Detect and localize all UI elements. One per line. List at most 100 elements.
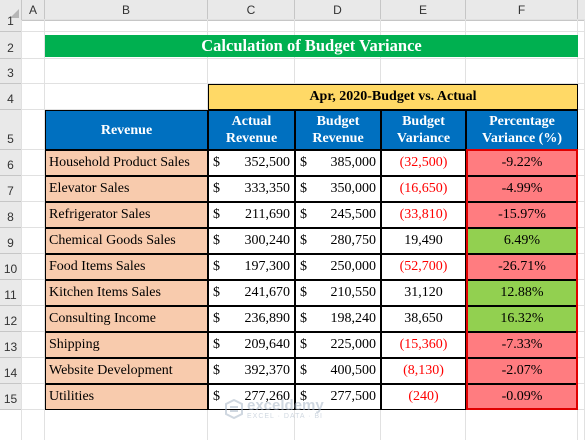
currency-symbol: $ <box>213 181 220 196</box>
row-header-11[interactable]: 11 <box>0 280 22 306</box>
actual-revenue-cell[interactable]: $211,690 <box>208 202 295 228</box>
currency-symbol: $ <box>213 337 220 352</box>
row-header-3[interactable]: 3 <box>0 59 22 84</box>
column-header-d[interactable]: D <box>295 0 381 20</box>
gridline-horizontal <box>22 31 585 32</box>
budget-revenue-cell[interactable]: $350,000 <box>295 176 381 202</box>
actual-revenue-cell[interactable]: $333,350 <box>208 176 295 202</box>
budget-revenue-cell[interactable]: $385,000 <box>295 150 381 176</box>
actual-value: 241,670 <box>244 285 291 300</box>
revenue-name-cell[interactable]: Chemical Goods Sales <box>45 228 208 254</box>
actual-revenue-header: Actual Revenue <box>208 110 295 150</box>
budget-variance-cell[interactable]: (8,130) <box>381 358 466 384</box>
percentage-variance-cell[interactable]: -7.33% <box>466 332 578 358</box>
budget-variance-cell[interactable]: (52,700) <box>381 254 466 280</box>
column-header-e[interactable]: E <box>381 0 466 20</box>
sheet-title: Calculation of Budget Variance <box>45 35 578 57</box>
budget-variance-cell[interactable]: 31,120 <box>381 280 466 306</box>
budget-revenue-cell[interactable]: $245,500 <box>295 202 381 228</box>
percentage-variance-cell[interactable]: 6.49% <box>466 228 578 254</box>
row-header-14[interactable]: 14 <box>0 358 22 384</box>
percentage-variance-cell[interactable]: -9.22% <box>466 150 578 176</box>
percentage-variance-cell[interactable]: 16.32% <box>466 306 578 332</box>
budget-variance-cell[interactable]: (240) <box>381 384 466 410</box>
actual-revenue-cell[interactable]: $209,640 <box>208 332 295 358</box>
column-header-b[interactable]: B <box>45 0 208 20</box>
budget-revenue-cell[interactable]: $250,000 <box>295 254 381 280</box>
budget-value: 385,000 <box>330 155 377 170</box>
actual-revenue-cell[interactable]: $241,670 <box>208 280 295 306</box>
revenue-name-cell[interactable]: Utilities <box>45 384 208 410</box>
budget-revenue-cell[interactable]: $277,500 <box>295 384 381 410</box>
budget-variance-cell[interactable]: (15,360) <box>381 332 466 358</box>
revenue-name-cell[interactable]: Elevator Sales <box>45 176 208 202</box>
row-header-7[interactable]: 7 <box>0 176 22 202</box>
budget-variance-cell[interactable]: 19,490 <box>381 228 466 254</box>
budget-value: 210,550 <box>330 285 377 300</box>
percentage-variance-cell[interactable]: -0.09% <box>466 384 578 410</box>
actual-value: 277,260 <box>244 389 291 404</box>
row-header-15[interactable]: 15 <box>0 384 22 410</box>
actual-revenue-cell[interactable]: $277,260 <box>208 384 295 410</box>
row-header-12[interactable]: 12 <box>0 306 22 332</box>
row-header-9[interactable]: 9 <box>0 228 22 254</box>
revenue-name-cell[interactable]: Website Development <box>45 358 208 384</box>
currency-symbol: $ <box>300 285 307 300</box>
row-header-10[interactable]: 10 <box>0 254 22 280</box>
budget-revenue-header: Budget Revenue <box>295 110 381 150</box>
row-header-5[interactable]: 5 <box>0 110 22 150</box>
revenue-name-cell[interactable]: Shipping <box>45 332 208 358</box>
column-header-f[interactable]: F <box>466 0 578 20</box>
budget-variance-cell[interactable]: (32,500) <box>381 150 466 176</box>
revenue-name-cell[interactable]: Kitchen Items Sales <box>45 280 208 306</box>
actual-value: 300,240 <box>244 233 291 248</box>
budget-value: 400,500 <box>330 363 377 378</box>
percentage-variance-cell[interactable]: 12.88% <box>466 280 578 306</box>
revenue-name-cell[interactable]: Household Product Sales <box>45 150 208 176</box>
currency-symbol: $ <box>213 207 220 222</box>
gridline-horizontal <box>22 19 585 20</box>
group-header: Apr, 2020-Budget vs. Actual <box>208 84 578 110</box>
revenue-name-cell[interactable]: Food Items Sales <box>45 254 208 280</box>
budget-value: 245,500 <box>330 207 377 222</box>
row-header-1[interactable]: 1 <box>0 14 22 32</box>
column-header-a[interactable]: A <box>22 0 45 20</box>
budget-value: 225,000 <box>330 337 377 352</box>
budget-revenue-cell[interactable]: $400,500 <box>295 358 381 384</box>
percentage-variance-cell[interactable]: -4.99% <box>466 176 578 202</box>
currency-symbol: $ <box>300 337 307 352</box>
revenue-name-cell[interactable]: Refrigerator Sales <box>45 202 208 228</box>
actual-revenue-cell[interactable]: $392,370 <box>208 358 295 384</box>
watermark-tagline: EXCEL · DATA · BI <box>247 413 323 420</box>
actual-revenue-cell[interactable]: $300,240 <box>208 228 295 254</box>
row-header-2[interactable]: 2 <box>0 32 22 59</box>
budget-revenue-cell[interactable]: $225,000 <box>295 332 381 358</box>
currency-symbol: $ <box>213 155 220 170</box>
budget-revenue-cell[interactable]: $210,550 <box>295 280 381 306</box>
currency-symbol: $ <box>300 233 307 248</box>
currency-symbol: $ <box>300 259 307 274</box>
actual-revenue-cell[interactable]: $352,500 <box>208 150 295 176</box>
budget-value: 280,750 <box>330 233 377 248</box>
row-header-6[interactable]: 6 <box>0 150 22 176</box>
budget-value: 277,500 <box>330 389 377 404</box>
budget-variance-cell[interactable]: (16,650) <box>381 176 466 202</box>
actual-revenue-cell[interactable]: $236,890 <box>208 306 295 332</box>
revenue-name-cell[interactable]: Consulting Income <box>45 306 208 332</box>
percentage-variance-cell[interactable]: -26.71% <box>466 254 578 280</box>
revenue-header: Revenue <box>45 110 208 150</box>
row-header-8[interactable]: 8 <box>0 202 22 228</box>
budget-revenue-cell[interactable]: $198,240 <box>295 306 381 332</box>
actual-revenue-cell[interactable]: $197,300 <box>208 254 295 280</box>
budget-revenue-cell[interactable]: $280,750 <box>295 228 381 254</box>
budget-variance-cell[interactable]: (33,810) <box>381 202 466 228</box>
actual-value: 333,350 <box>244 181 291 196</box>
currency-symbol: $ <box>300 311 307 326</box>
percentage-variance-cell[interactable]: -2.07% <box>466 358 578 384</box>
column-header-c[interactable]: C <box>208 0 295 20</box>
percentage-variance-cell[interactable]: -15.97% <box>466 202 578 228</box>
currency-symbol: $ <box>213 363 220 378</box>
row-header-13[interactable]: 13 <box>0 332 22 358</box>
budget-variance-cell[interactable]: 38,650 <box>381 306 466 332</box>
row-header-4[interactable]: 4 <box>0 84 22 110</box>
